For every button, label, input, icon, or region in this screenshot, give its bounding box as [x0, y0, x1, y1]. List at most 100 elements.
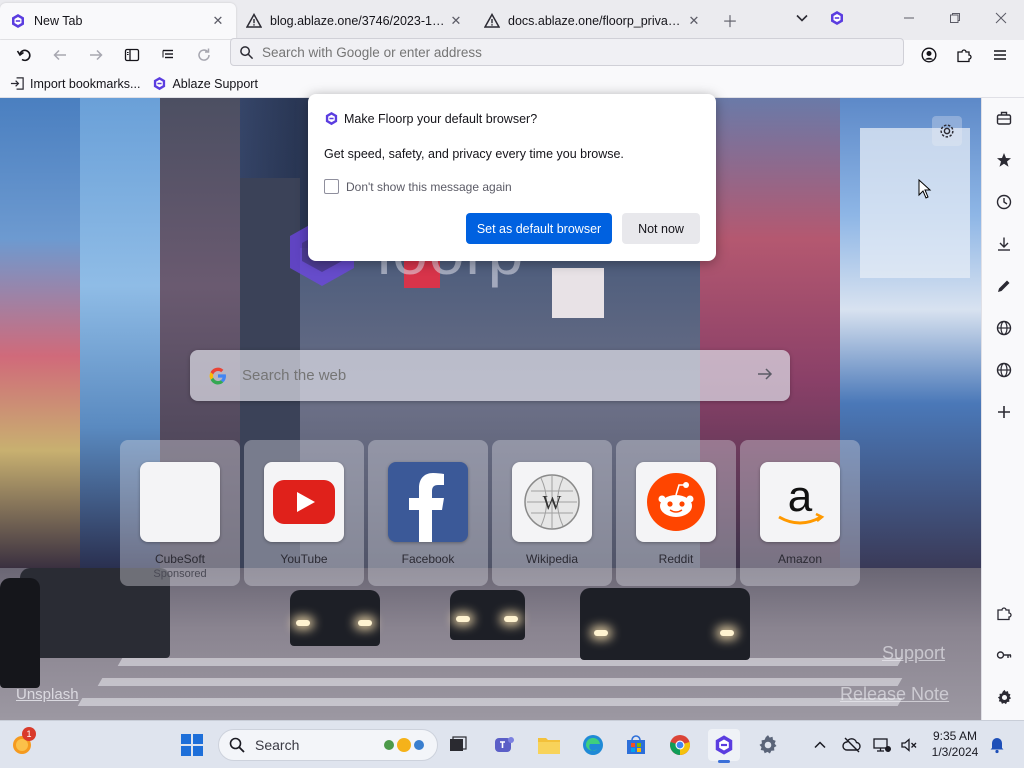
top-site-label: Reddit [658, 552, 694, 566]
support-link[interactable]: Support [882, 643, 945, 664]
wikipedia-icon: W [512, 462, 592, 542]
tab-strip: New Tab ✕ blog.ablaze.one/3746/2023-12-0… [0, 0, 1024, 40]
taskbar-search-label: Search [255, 737, 300, 753]
facebook-icon [388, 462, 468, 542]
top-site-youtube[interactable]: YouTube [244, 440, 364, 586]
svg-text:a: a [788, 472, 813, 521]
clock-time: 9:35 AM [932, 729, 978, 743]
cloud-sync-icon[interactable] [836, 729, 868, 761]
close-icon[interactable]: ✕ [210, 13, 226, 29]
task-view-icon[interactable] [442, 729, 474, 761]
dialog-title: Make Floorp your default browser? [344, 111, 538, 126]
start-icon[interactable] [176, 729, 208, 761]
globe-icon[interactable] [989, 313, 1019, 343]
chevron-up-icon[interactable] [804, 729, 836, 761]
chrome-icon[interactable] [664, 729, 696, 761]
taskbar-search[interactable]: Search [218, 729, 438, 761]
dont-show-again-checkbox[interactable]: Don't show this message again [324, 179, 512, 194]
release-note-link[interactable]: Release Note [840, 684, 949, 705]
reload-button[interactable] [188, 41, 220, 69]
bookmark-label: Ablaze Support [172, 76, 258, 91]
extension-icon[interactable] [989, 598, 1019, 628]
toolbox-icon[interactable] [989, 103, 1019, 133]
minimize-button[interactable] [886, 0, 932, 36]
web-search-box[interactable] [190, 350, 790, 401]
top-site-label: YouTube [280, 552, 328, 566]
svg-text:W: W [543, 492, 562, 514]
notification-bell-icon[interactable] [981, 729, 1013, 761]
unsplash-link[interactable]: Unsplash [16, 686, 79, 703]
new-tab-button[interactable]: ＋ [716, 6, 744, 34]
url-input[interactable] [262, 44, 862, 60]
close-icon[interactable]: ✕ [686, 13, 702, 29]
gear-icon[interactable] [989, 682, 1019, 712]
back-button[interactable] [44, 41, 76, 69]
checkbox-label: Don't show this message again [346, 179, 512, 194]
menu-icon[interactable] [984, 41, 1016, 69]
checkbox-box[interactable] [324, 179, 339, 194]
top-site-wikipedia[interactable]: W Wikipedia [492, 440, 612, 586]
top-site-label: Wikipedia [525, 552, 579, 566]
tab-title: blog.ablaze.one/3746/2023-12-00/ [270, 14, 448, 28]
close-window-button[interactable] [978, 0, 1024, 36]
floorp-workspace-icon[interactable] [823, 4, 851, 32]
account-icon[interactable] [913, 41, 945, 69]
top-site-cubesoft[interactable]: CubeSoft Sponsored [120, 440, 240, 586]
pen-icon[interactable] [989, 271, 1019, 301]
settings-icon[interactable] [752, 729, 784, 761]
download-icon[interactable] [989, 229, 1019, 259]
forward-button[interactable] [80, 41, 112, 69]
blank-icon [140, 462, 220, 542]
top-site-label: Amazon [777, 552, 823, 566]
web-search-input[interactable] [242, 367, 742, 384]
floorp-icon [10, 13, 26, 29]
bookmark-label: Import bookmarks... [30, 76, 141, 91]
teams-icon[interactable] [488, 729, 520, 761]
sidebar-toggle-button[interactable] [116, 41, 148, 69]
clock-date: 1/3/2024 [931, 745, 979, 759]
floorp-icon [152, 76, 167, 91]
dialog-message: Get speed, safety, and privacy every tim… [324, 147, 624, 161]
extensions-icon[interactable] [948, 41, 980, 69]
bookmark-ablaze-support[interactable]: Ablaze Support [152, 76, 258, 91]
microsoft-store-icon[interactable] [620, 729, 652, 761]
plus-icon[interactable] [989, 397, 1019, 427]
google-icon [208, 366, 228, 386]
arrow-right-icon[interactable] [756, 365, 774, 386]
undo-close-tab-button[interactable] [8, 41, 40, 69]
file-explorer-icon[interactable] [533, 729, 565, 761]
close-icon[interactable]: ✕ [448, 13, 464, 29]
floorp-taskbar-icon[interactable] [708, 729, 740, 763]
top-site-reddit[interactable]: Reddit [616, 440, 736, 586]
chevron-down-icon[interactable] [788, 4, 816, 32]
active-indicator [718, 760, 730, 763]
tab-blog[interactable]: blog.ablaze.one/3746/2023-12-00/ ✕ [236, 3, 474, 39]
edge-icon[interactable] [577, 729, 609, 761]
url-bar[interactable] [230, 38, 904, 66]
history-icon[interactable] [989, 187, 1019, 217]
top-site-label: CubeSoft [154, 552, 206, 566]
bookmark-import[interactable]: Import bookmarks... [10, 76, 140, 91]
globe-icon[interactable] [989, 355, 1019, 385]
mouse-cursor [918, 178, 932, 202]
top-site-facebook[interactable]: Facebook [368, 440, 488, 586]
tree-tabs-button[interactable] [152, 41, 184, 69]
tab-title: docs.ablaze.one/floorp_privacy_p [508, 14, 686, 28]
tab-new-tab[interactable]: New Tab ✕ [0, 3, 236, 39]
star-icon[interactable] [989, 145, 1019, 175]
gear-icon[interactable] [932, 116, 962, 146]
tab-docs[interactable]: docs.ablaze.one/floorp_privacy_p ✕ [474, 3, 712, 39]
restore-button[interactable] [932, 0, 978, 36]
volume-muted-icon[interactable] [893, 729, 925, 761]
youtube-icon [264, 462, 344, 542]
floorp-icon [324, 111, 339, 126]
taskbar-clock[interactable]: 9:35 AM 1/3/2024 [924, 728, 986, 760]
not-now-button[interactable]: Not now [622, 213, 700, 244]
set-default-browser-button[interactable]: Set as default browser [466, 213, 612, 244]
amazon-icon: a [760, 462, 840, 542]
reddit-icon [636, 462, 716, 542]
search-icon [229, 737, 245, 753]
key-icon[interactable] [989, 640, 1019, 670]
default-browser-dialog: Make Floorp your default browser? Get sp… [308, 94, 716, 261]
top-site-amazon[interactable]: a Amazon [740, 440, 860, 586]
